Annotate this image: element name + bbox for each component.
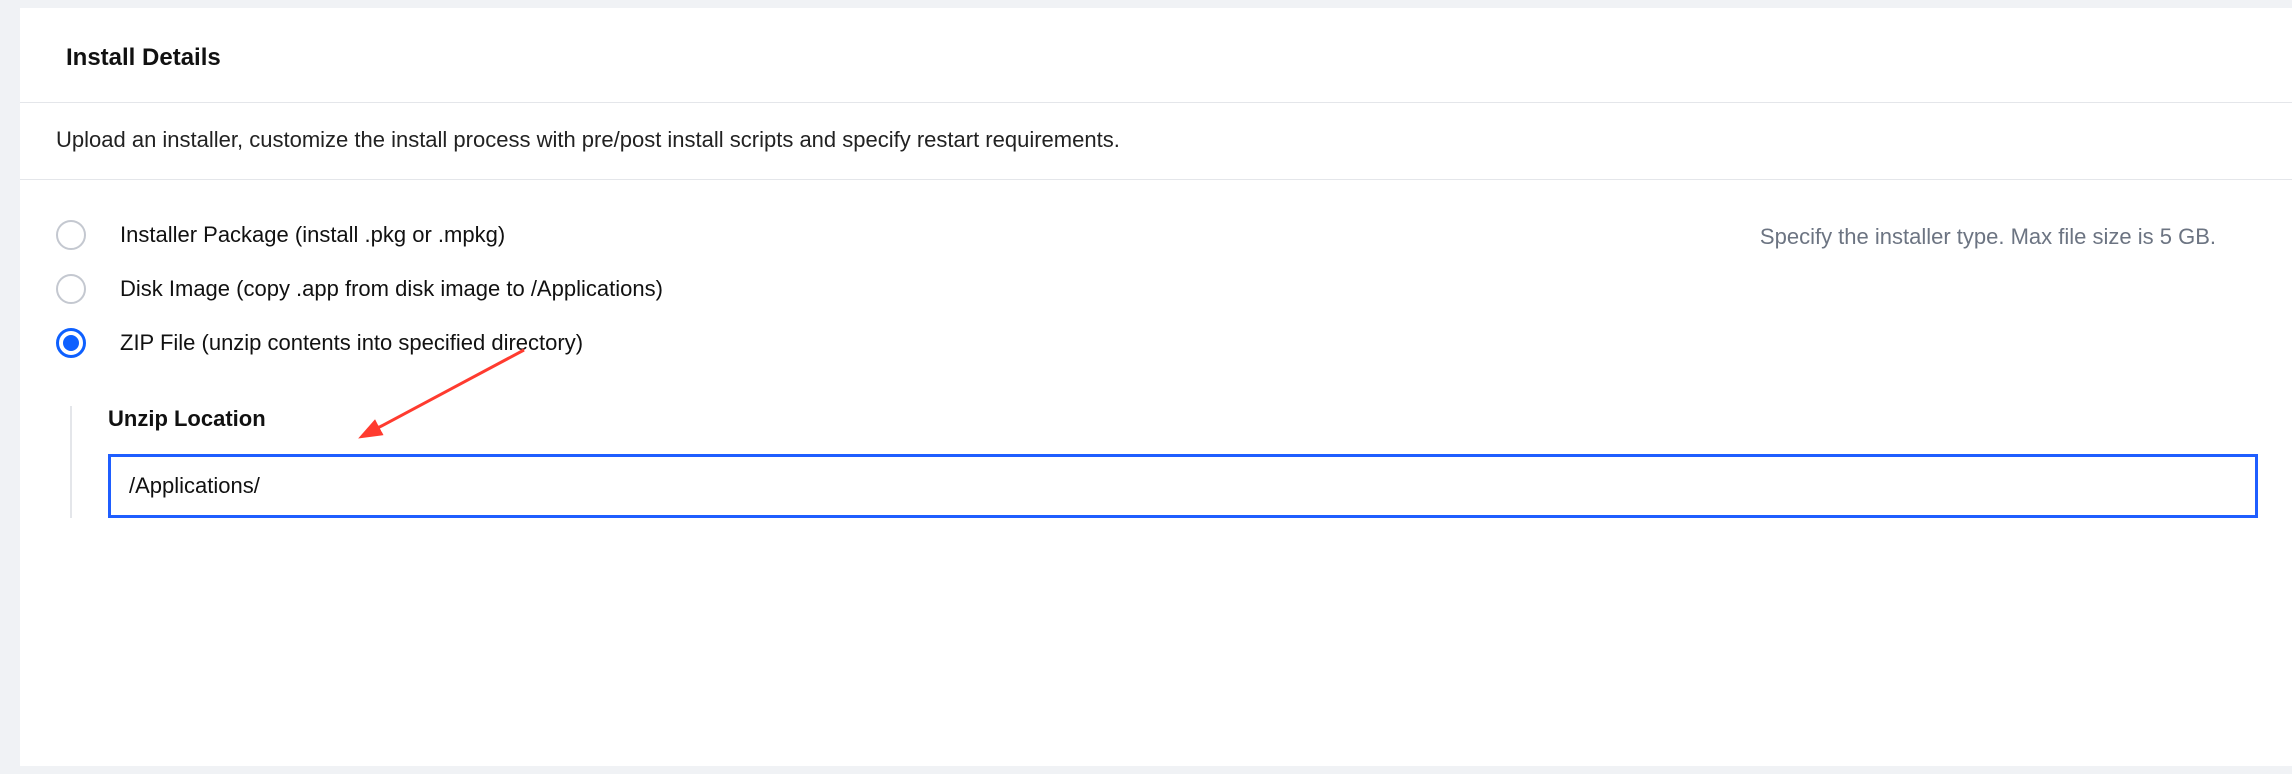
section-description: Upload an installer, customize the insta… bbox=[20, 103, 2292, 180]
radio-label: Disk Image (copy .app from disk image to… bbox=[120, 276, 663, 302]
section-header: Install Details bbox=[20, 8, 2292, 103]
unzip-location-input[interactable] bbox=[108, 454, 2258, 518]
section-title: Install Details bbox=[66, 44, 2268, 72]
radio-icon bbox=[56, 220, 86, 250]
radio-label: ZIP File (unzip contents into specified … bbox=[120, 330, 583, 356]
unzip-location-label: Unzip Location bbox=[108, 406, 2292, 432]
radio-disk-image[interactable]: Disk Image (copy .app from disk image to… bbox=[56, 274, 663, 304]
radio-label: Installer Package (install .pkg or .mpkg… bbox=[120, 222, 505, 248]
installer-type-radio-group: Installer Package (install .pkg or .mpkg… bbox=[56, 220, 663, 358]
install-details-panel: Install Details Upload an installer, cus… bbox=[20, 8, 2292, 766]
installer-type-area: Installer Package (install .pkg or .mpkg… bbox=[20, 180, 2292, 358]
radio-installer-package[interactable]: Installer Package (install .pkg or .mpkg… bbox=[56, 220, 663, 250]
radio-zip-file[interactable]: ZIP File (unzip contents into specified … bbox=[56, 328, 663, 358]
unzip-location-section: Unzip Location bbox=[70, 406, 2292, 518]
radio-icon bbox=[56, 274, 86, 304]
radio-icon bbox=[56, 328, 86, 358]
installer-type-hint: Specify the installer type. Max file siz… bbox=[1760, 220, 2256, 250]
